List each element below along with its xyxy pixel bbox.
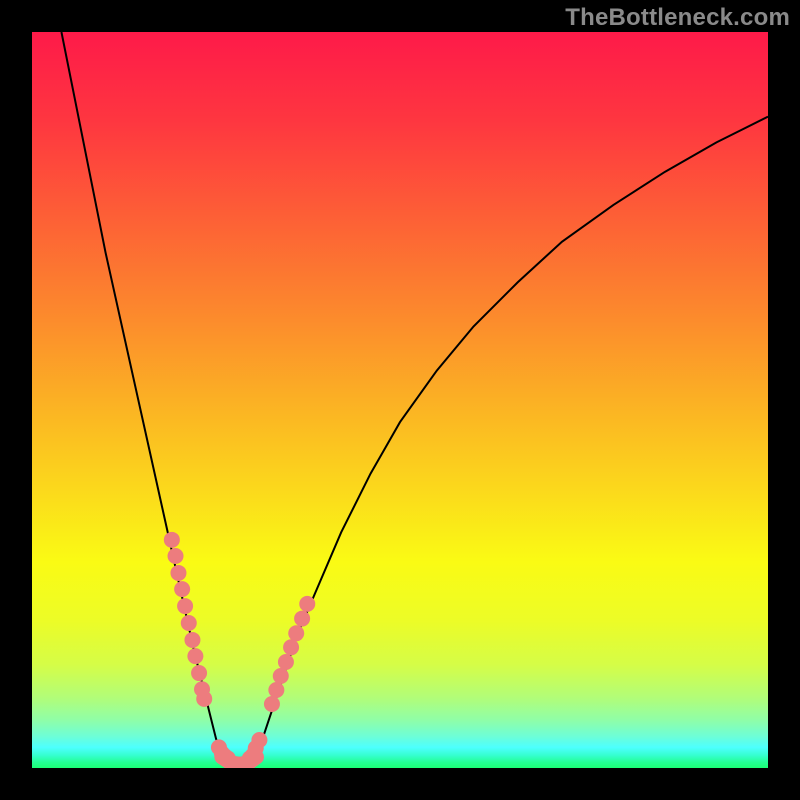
data-marker (170, 565, 186, 581)
right-curve (256, 117, 768, 757)
data-marker (164, 532, 180, 548)
data-marker (196, 691, 212, 707)
marker-cluster-left (164, 532, 236, 767)
data-marker (278, 654, 294, 670)
data-marker (299, 596, 315, 612)
data-marker (174, 581, 190, 597)
left-curve (61, 32, 221, 757)
data-marker (288, 625, 304, 641)
data-marker (191, 665, 207, 681)
data-marker (268, 682, 284, 698)
data-marker (181, 615, 197, 631)
chart-frame: TheBottleneck.com (0, 0, 800, 800)
curve-layer (32, 32, 768, 768)
data-marker (168, 548, 184, 564)
data-marker (220, 750, 236, 766)
data-marker (273, 668, 289, 684)
plot-area (32, 32, 768, 768)
data-marker (294, 611, 310, 627)
data-marker (187, 648, 203, 664)
data-marker (251, 732, 267, 748)
data-marker (177, 598, 193, 614)
data-marker (184, 632, 200, 648)
marker-cluster-right (242, 596, 315, 767)
data-marker (283, 639, 299, 655)
data-marker (264, 696, 280, 712)
watermark-text: TheBottleneck.com (565, 4, 790, 32)
